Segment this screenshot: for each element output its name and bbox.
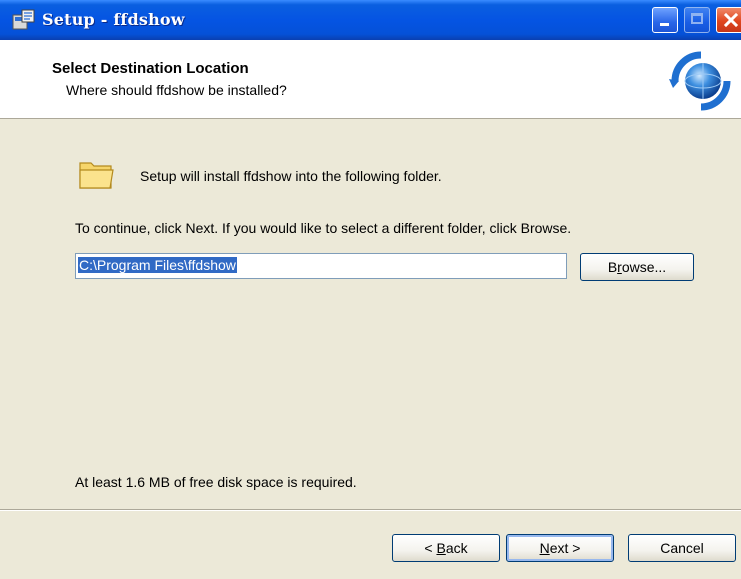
- title-bar[interactable]: Setup - ffdshow: [0, 0, 741, 40]
- wizard-header: Select Destination Location Where should…: [0, 40, 741, 119]
- close-icon: [723, 12, 739, 28]
- next-button[interactable]: Next >: [506, 534, 614, 562]
- browse-label: B: [607, 259, 618, 275]
- disk-space-text: At least 1.6 MB of free disk space is re…: [75, 474, 357, 490]
- setup-app-icon: [12, 9, 35, 30]
- page-title: Select Destination Location: [52, 60, 249, 77]
- cancel-button[interactable]: Cancel: [628, 534, 736, 562]
- page-subtitle: Where should ffdshow be installed?: [66, 82, 287, 98]
- next-accesskey: N: [539, 540, 550, 556]
- globe-install-icon: [669, 51, 731, 111]
- close-button[interactable]: [716, 7, 741, 33]
- back-label: <: [424, 540, 437, 556]
- back-button[interactable]: < Back: [392, 534, 500, 562]
- browse-button[interactable]: Browse...: [580, 253, 694, 281]
- window-title: Setup - ffdshow: [42, 10, 185, 29]
- install-path-input[interactable]: C:\Program Files\ffdshow: [75, 253, 567, 279]
- maximize-button: [684, 7, 710, 33]
- instruction-text: To continue, click Next. If you would li…: [75, 220, 572, 236]
- info-text: Setup will install ffdshow into the foll…: [140, 168, 442, 184]
- footer-divider: [0, 509, 741, 511]
- folder-icon: [79, 162, 114, 189]
- install-path-value: C:\Program Files\ffdshow: [78, 257, 237, 273]
- browse-label-rest: owse...: [621, 259, 667, 275]
- cancel-label: Cancel: [660, 540, 704, 556]
- back-label-rest: ack: [445, 540, 468, 556]
- next-label: ext >: [549, 540, 581, 556]
- back-accesskey: B: [436, 540, 446, 556]
- minimize-button[interactable]: [652, 7, 678, 33]
